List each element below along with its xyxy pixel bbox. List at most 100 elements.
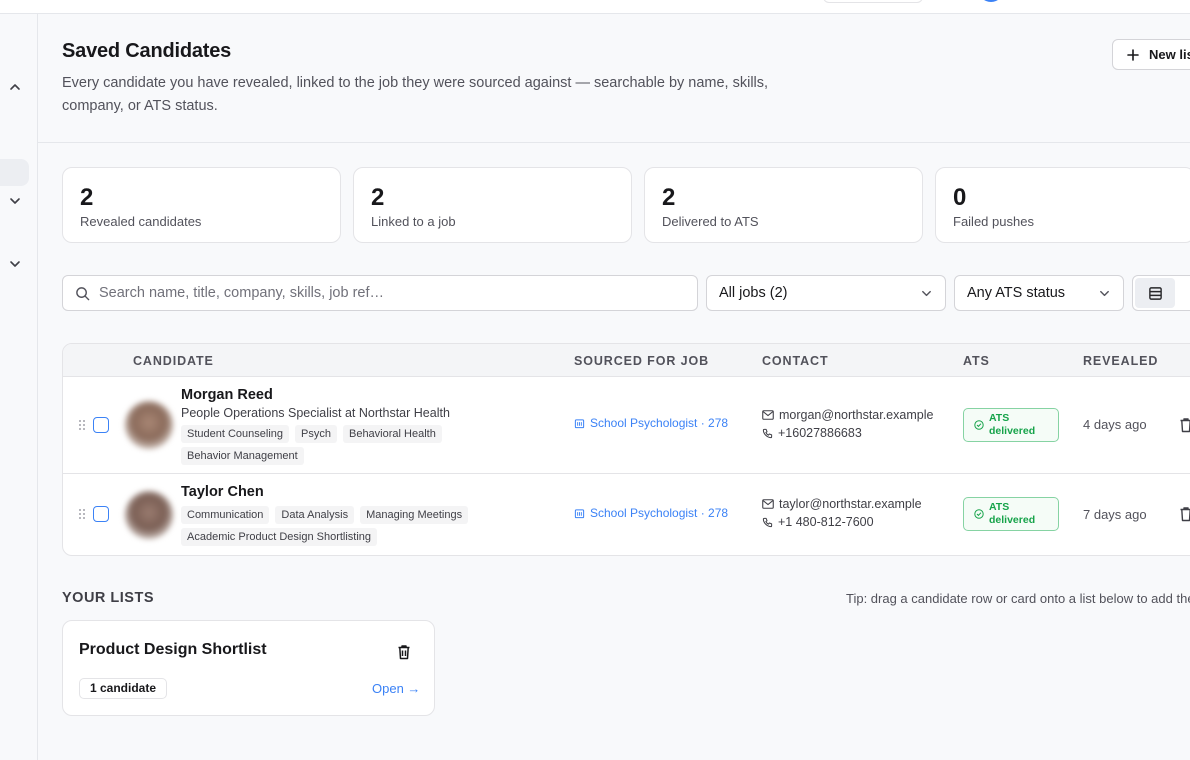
search-input[interactable] [99,276,689,310]
open-list-link[interactable]: Open → [372,681,420,696]
skill-tag: Data Analysis [275,506,355,524]
ats-status-select[interactable]: Any ATS status [954,275,1124,311]
column-header-candidate[interactable]: CANDIDATE [133,354,214,368]
list-name: Product Design Shortlist [79,641,267,658]
skill-tag: Managing Meetings [360,506,469,524]
candidate-avatar [125,491,173,539]
email-line[interactable]: morgan@northstar.example [762,406,933,424]
ats-select-value: Any ATS status [967,285,1066,301]
column-header-ats[interactable]: ATS [963,354,990,368]
jobs-select[interactable]: All jobs (2) [706,275,946,311]
chevron-up-icon[interactable] [8,80,22,94]
new-list-button[interactable]: New list [1112,39,1190,70]
check-circle-icon [974,420,984,430]
view-toggle [1132,275,1190,311]
stat-value: 2 [80,184,94,211]
drag-handle-icon[interactable] [78,419,86,431]
skill-tag: Behavioral Health [342,425,442,443]
trash-icon[interactable] [1179,417,1190,433]
sourced-job-link[interactable]: School Psychologist · 278 [574,506,728,520]
phone-line[interactable]: +1 480-812-7600 [762,513,922,531]
table-row[interactable]: Taylor Chen Communication Data Analysis … [63,474,1190,555]
page-header: Saved Candidates Every candidate you hav… [38,14,1190,143]
check-circle-icon [974,509,984,519]
trash-icon[interactable] [397,644,411,660]
sourced-job-link[interactable]: School Psychologist · 278 [574,416,728,430]
job-label: School Psychologist · 278 [590,416,729,430]
chevron-down-icon [1100,290,1109,297]
plus-icon [1127,48,1139,61]
email: morgan@northstar.example [779,408,934,422]
trash-icon[interactable] [1179,506,1190,522]
chevron-down-icon[interactable] [8,194,22,208]
skill-tags: Student Counseling Psych Behavioral Heal… [181,425,481,465]
candidate-name[interactable]: Morgan Reed [181,387,273,403]
list-card[interactable]: Product Design Shortlist 1 candidate Ope… [62,620,435,716]
column-header-contact[interactable]: CONTACT [762,354,828,368]
candidate-name[interactable]: Taylor Chen [181,484,264,500]
top-bar-button[interactable] [823,0,923,3]
contact-info: taylor@northstar.example +1 480-812-7600 [762,495,922,531]
revealed-date: 7 days ago [1083,507,1147,522]
table-header: CANDIDATE SOURCED FOR JOB CONTACT ATS RE… [63,344,1190,377]
stat-value: 0 [953,184,967,211]
revealed-date: 4 days ago [1083,417,1147,432]
stat-label: Failed pushes [953,214,1034,229]
list-count-badge: 1 candidate [79,678,168,699]
building-icon [574,508,585,518]
stat-label: Delivered to ATS [662,214,759,229]
ats-status-text: ATS delivered [989,501,1036,526]
candidates-table: CANDIDATE SOURCED FOR JOB CONTACT ATS RE… [62,343,1190,556]
ats-status-text: ATS delivered [989,412,1036,437]
drag-tip: Tip: drag a candidate row or card onto a… [846,591,1190,606]
main-content: Saved Candidates Every candidate you hav… [38,14,1190,760]
jobs-select-value: All jobs (2) [719,285,788,301]
mail-icon [762,410,774,420]
skill-tag: Behavior Management [181,447,304,465]
card-view-button[interactable] [1177,278,1190,308]
chevron-down-icon[interactable] [8,257,22,271]
search-icon [76,287,90,301]
sidebar-item-active[interactable] [0,159,29,186]
skill-tags: Communication Data Analysis Managing Mee… [181,506,481,546]
job-label: School Psychologist · 278 [590,506,729,520]
column-header-revealed[interactable]: REVEALED [1083,354,1158,368]
skill-tag: Communication [181,506,270,524]
new-list-label: New list [1149,47,1190,62]
user-avatar[interactable] [978,0,1004,2]
building-icon [574,418,585,428]
row-checkbox[interactable] [93,506,109,522]
row-checkbox[interactable] [93,417,109,433]
candidate-title: People Operations Specialist at Northsta… [181,406,450,420]
ats-status-badge: ATS delivered [963,497,1059,531]
skill-tag: Academic Product Design Shortlisting [181,528,378,546]
sidebar [0,14,38,760]
column-header-job[interactable]: SOURCED FOR JOB [574,354,709,368]
skill-tag: Psych [295,425,337,443]
stat-value: 2 [371,184,385,211]
email: taylor@northstar.example [779,497,922,511]
table-icon [1148,286,1162,300]
contact-info: morgan@northstar.example +16027886683 [762,406,933,442]
phone-icon [762,428,773,438]
stat-value: 2 [662,184,676,211]
top-bar [0,0,1190,14]
search-box [62,275,698,311]
table-view-button[interactable] [1135,278,1175,308]
skill-tag: Student Counseling [181,425,290,443]
stat-card-failed: 0 Failed pushes [935,167,1190,243]
stat-card-revealed: 2 Revealed candidates [62,167,341,243]
phone-line[interactable]: +16027886683 [762,424,933,442]
table-row[interactable]: Morgan Reed People Operations Specialist… [63,377,1190,474]
stat-label: Revealed candidates [80,214,202,229]
stat-card-delivered: 2 Delivered to ATS [644,167,923,243]
page-description: Every candidate you have revealed, linke… [62,75,769,114]
phone-icon [762,517,773,527]
email-line[interactable]: taylor@northstar.example [762,495,922,513]
drag-handle-icon[interactable] [78,508,86,520]
chevron-down-icon [922,290,931,297]
stat-label: Linked to a job [371,214,456,229]
phone: +16027886683 [778,426,862,440]
ats-status-badge: ATS delivered [963,408,1059,442]
stat-card-linked: 2 Linked to a job [353,167,632,243]
